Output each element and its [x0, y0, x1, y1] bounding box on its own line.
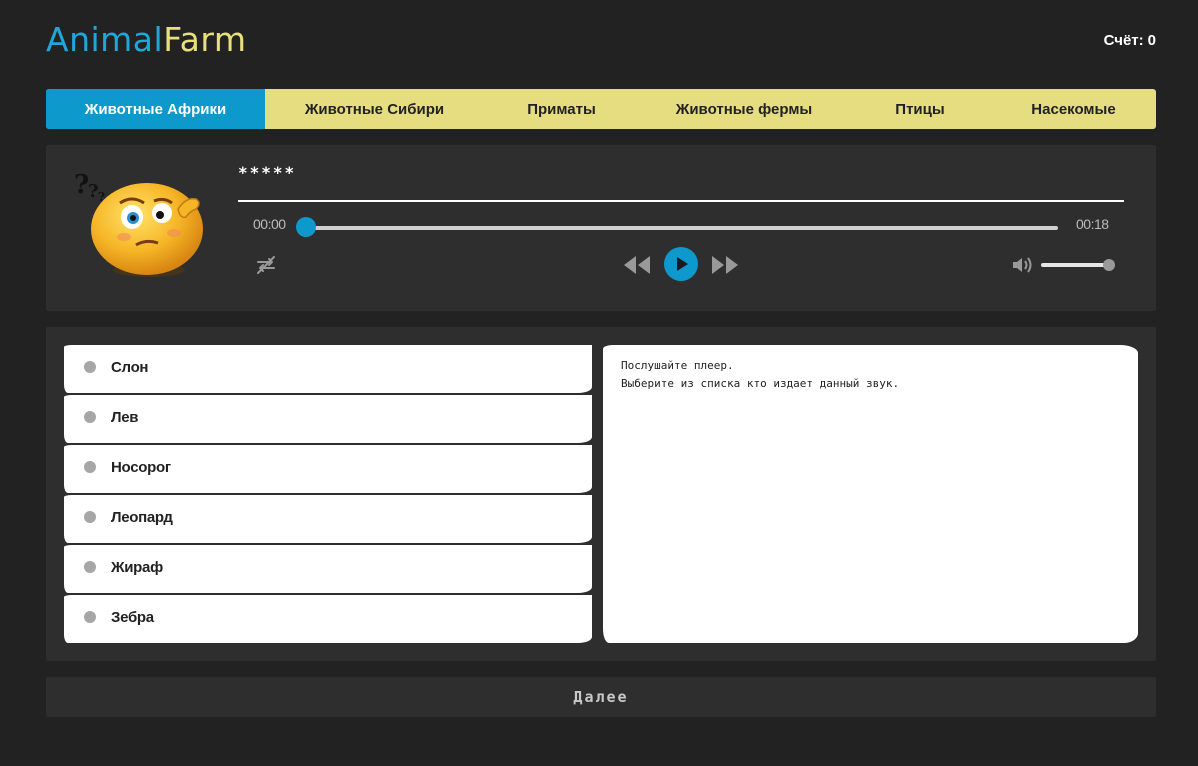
next-button[interactable]: Далее: [46, 677, 1156, 717]
tab-farm[interactable]: Животные фермы: [639, 89, 849, 129]
radio-icon[interactable]: [84, 461, 96, 473]
logo-animal: Animal: [46, 20, 164, 59]
score-value: 0: [1147, 32, 1156, 49]
quiz-panel: Слон Лев Носорог Леопард Жираф Зебра Пос…: [46, 327, 1156, 661]
tab-africa[interactable]: Животные Африки: [46, 89, 265, 129]
repeat-icon[interactable]: [254, 253, 278, 277]
current-time: 00:00: [253, 216, 286, 232]
play-icon: [677, 257, 688, 271]
svg-text:?: ?: [98, 190, 105, 204]
play-button[interactable]: [664, 247, 698, 281]
volume-handle[interactable]: [1103, 259, 1115, 271]
track-title: *****: [238, 163, 297, 182]
score: Счёт: 0: [1104, 32, 1156, 49]
option-lev[interactable]: Лев: [64, 395, 592, 443]
progress-handle[interactable]: [296, 217, 316, 237]
tab-siberia[interactable]: Животные Сибири: [265, 89, 484, 129]
radio-icon[interactable]: [84, 561, 96, 573]
title-divider: [238, 200, 1124, 202]
answer-options: Слон Лев Носорог Леопард Жираф Зебра: [64, 345, 592, 645]
category-tabs: Животные Африки Животные Сибири Приматы …: [46, 89, 1156, 129]
option-label: Жираф: [111, 559, 163, 576]
option-label: Лев: [111, 409, 139, 426]
option-label: Леопард: [111, 509, 173, 526]
option-label: Носорог: [111, 459, 171, 476]
logo[interactable]: AnimalFarm: [46, 18, 247, 62]
header: AnimalFarm Счёт: 0: [46, 18, 1156, 66]
radio-icon[interactable]: [84, 361, 96, 373]
option-slon[interactable]: Слон: [64, 345, 592, 393]
audio-player: ? ? ? ***** 00:00 00:18: [46, 145, 1156, 311]
radio-icon[interactable]: [84, 511, 96, 523]
option-label: Слон: [111, 359, 149, 376]
instruction-line-2: Выберите из списка кто издает данный зву…: [621, 377, 900, 390]
fast-forward-icon[interactable]: [710, 254, 740, 276]
thinking-emoji-icon: ? ? ?: [74, 170, 203, 277]
score-label: Счёт:: [1103, 32, 1144, 49]
svg-text:?: ?: [88, 181, 99, 202]
option-zebra[interactable]: Зебра: [64, 595, 592, 643]
radio-icon[interactable]: [84, 411, 96, 423]
instruction-line-1: Послушайте плеер.: [621, 359, 734, 372]
tab-birds[interactable]: Птицы: [849, 89, 991, 129]
volume-slider[interactable]: [1041, 263, 1109, 267]
option-leopard[interactable]: Леопард: [64, 495, 592, 543]
duration: 00:18: [1076, 216, 1109, 232]
option-label: Зебра: [111, 609, 154, 626]
rewind-icon[interactable]: [622, 254, 652, 276]
instructions-box: Послушайте плеер. Выберите из списка кто…: [603, 345, 1138, 643]
svg-text:?: ?: [74, 170, 89, 200]
tab-primates[interactable]: Приматы: [484, 89, 639, 129]
volume-icon[interactable]: [1010, 254, 1034, 276]
option-zhiraf[interactable]: Жираф: [64, 545, 592, 593]
radio-icon[interactable]: [84, 611, 96, 623]
logo-farm: Farm: [163, 20, 247, 59]
option-nosorog[interactable]: Носорог: [64, 445, 592, 493]
tab-insects[interactable]: Насекомые: [991, 89, 1156, 129]
progress-bar[interactable]: [302, 226, 1058, 230]
